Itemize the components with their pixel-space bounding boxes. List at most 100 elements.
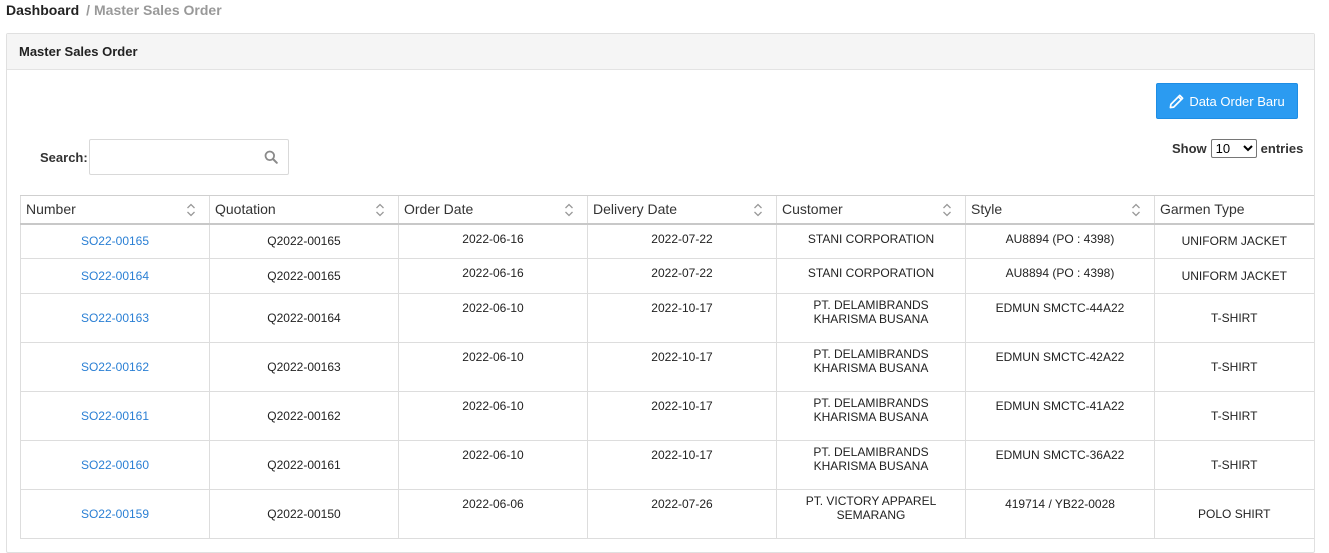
cell-style: EDMUN SMCTC-42A22 [965,342,1155,392]
cell-delivery-date: 2022-10-17 [587,440,777,490]
cell-customer: PT. DELAMIBRANDS KHARISMA BUSANA [776,391,966,441]
sort-icon[interactable] [186,203,196,217]
cell-style: EDMUN SMCTC-36A22 [965,440,1155,490]
column-label: Order Date [404,201,474,218]
cell-number: SO22-00165 [20,223,210,259]
search-area: Search: [40,139,289,175]
cell-garment-type: T-SHIRT [1154,440,1314,490]
breadcrumb: Dashboard / Master Sales Order [6,1,222,19]
order-number-link[interactable]: SO22-00164 [81,269,149,283]
column-header-delivery-date[interactable]: Delivery Date [587,195,777,225]
sort-icon[interactable] [753,203,763,217]
order-number-link[interactable]: SO22-00159 [81,507,149,521]
cell-order-date: 2022-06-16 [398,258,588,294]
entries-label: entries [1260,140,1304,156]
cell-quotation: Q2022-00163 [209,342,399,392]
cell-quotation: Q2022-00165 [209,258,399,294]
new-order-label: Data Order Baru [1189,93,1285,109]
order-number-link[interactable]: SO22-00162 [81,360,149,374]
cell-customer: STANI CORPORATION [776,223,966,259]
column-header-garment-type[interactable]: Garmen Type [1154,195,1314,225]
order-number-link[interactable]: SO22-00165 [81,234,149,248]
cell-quotation: Q2022-00150 [209,489,399,539]
cell-delivery-date: 2022-10-17 [587,391,777,441]
cell-order-date: 2022-06-16 [398,223,588,259]
cell-delivery-date: 2022-07-26 [587,489,777,539]
table-row[interactable]: SO22-00162 Q2022-00163 2022-06-10 2022-1… [20,342,1314,392]
cell-style: 419714 / YB22-0028 [965,489,1155,539]
column-header-customer[interactable]: Customer [776,195,966,225]
cell-delivery-date: 2022-07-22 [587,223,777,259]
cell-delivery-date: 2022-10-17 [587,342,777,392]
cell-customer: PT. DELAMIBRANDS KHARISMA BUSANA [776,293,966,343]
cell-number: SO22-00160 [20,440,210,490]
sort-icon[interactable] [1131,203,1141,217]
table-row[interactable]: SO22-00161 Q2022-00162 2022-06-10 2022-1… [20,391,1314,441]
cell-customer: STANI CORPORATION [776,258,966,294]
cell-number: SO22-00163 [20,293,210,343]
cell-garment-type: T-SHIRT [1154,293,1314,343]
cell-customer: PT. DELAMIBRANDS KHARISMA BUSANA [776,440,966,490]
search-icon[interactable] [264,150,278,167]
cell-order-date: 2022-06-10 [398,391,588,441]
cell-order-date: 2022-06-06 [398,489,588,539]
column-header-quotation[interactable]: Quotation [209,195,399,225]
cell-garment-type: T-SHIRT [1154,342,1314,392]
cell-quotation: Q2022-00164 [209,293,399,343]
page-size-select[interactable]: 10 [1210,138,1257,158]
cell-order-date: 2022-06-10 [398,342,588,392]
order-number-link[interactable]: SO22-00163 [81,311,149,325]
sort-icon[interactable] [942,203,952,217]
cell-garment-type: POLO SHIRT [1154,489,1314,539]
table-row[interactable]: SO22-00165 Q2022-00165 2022-06-16 2022-0… [20,223,1314,259]
cell-style: EDMUN SMCTC-44A22 [965,293,1155,343]
column-label: Delivery Date [593,201,678,218]
table-row[interactable]: SO22-00160 Q2022-00161 2022-06-10 2022-1… [20,440,1314,490]
cell-number: SO22-00162 [20,342,210,392]
cell-style: AU8894 (PO : 4398) [965,223,1155,259]
cell-quotation: Q2022-00162 [209,391,399,441]
column-label: Style [971,201,1003,218]
cell-number: SO22-00159 [20,489,210,539]
pencil-icon [1169,94,1184,108]
cell-delivery-date: 2022-07-22 [587,258,777,294]
table-row[interactable]: SO22-00163 Q2022-00164 2022-06-10 2022-1… [20,293,1314,343]
column-header-order-date[interactable]: Order Date [398,195,588,225]
page-size-control: Show 10 entries [1172,138,1303,158]
search-input[interactable] [89,140,260,174]
cell-order-date: 2022-06-10 [398,440,588,490]
column-header-style[interactable]: Style [965,195,1155,225]
cell-style: AU8894 (PO : 4398) [965,258,1155,294]
cell-customer: PT. VICTORY APPAREL SEMARANG [776,489,966,539]
order-number-link[interactable]: SO22-00161 [81,409,149,423]
cell-garment-type: T-SHIRT [1154,391,1314,441]
sales-order-panel: Master Sales Order Data Order Baru Searc… [6,33,1315,553]
table-header-row: Number Quotation Order Date Delivery Dat… [20,195,1314,225]
sales-order-table: Number Quotation Order Date Delivery Dat… [20,195,1314,539]
column-label: Garmen Type [1160,201,1245,218]
breadcrumb-dashboard[interactable]: Dashboard [6,2,79,18]
cell-garment-type: UNIFORM JACKET [1154,223,1314,259]
breadcrumb-separator: / [86,2,91,18]
column-label: Quotation [215,201,276,218]
cell-quotation: Q2022-00165 [209,223,399,259]
sort-icon[interactable] [375,203,385,217]
new-order-button[interactable]: Data Order Baru [1156,83,1298,119]
breadcrumb-current: Master Sales Order [94,2,222,18]
cell-number: SO22-00161 [20,391,210,441]
table-row[interactable]: SO22-00164 Q2022-00165 2022-06-16 2022-0… [20,258,1314,294]
show-label: Show [1172,140,1207,156]
order-number-link[interactable]: SO22-00160 [81,458,149,472]
search-label: Search: [40,149,88,165]
search-box [88,139,289,175]
column-label: Number [26,201,76,218]
cell-number: SO22-00164 [20,258,210,294]
cell-garment-type: UNIFORM JACKET [1154,258,1314,294]
cell-style: EDMUN SMCTC-41A22 [965,391,1155,441]
cell-quotation: Q2022-00161 [209,440,399,490]
cell-order-date: 2022-06-10 [398,293,588,343]
column-label: Customer [782,201,843,218]
table-row[interactable]: SO22-00159 Q2022-00150 2022-06-06 2022-0… [20,489,1314,539]
column-header-number[interactable]: Number [20,195,210,225]
sort-icon[interactable] [564,203,574,217]
